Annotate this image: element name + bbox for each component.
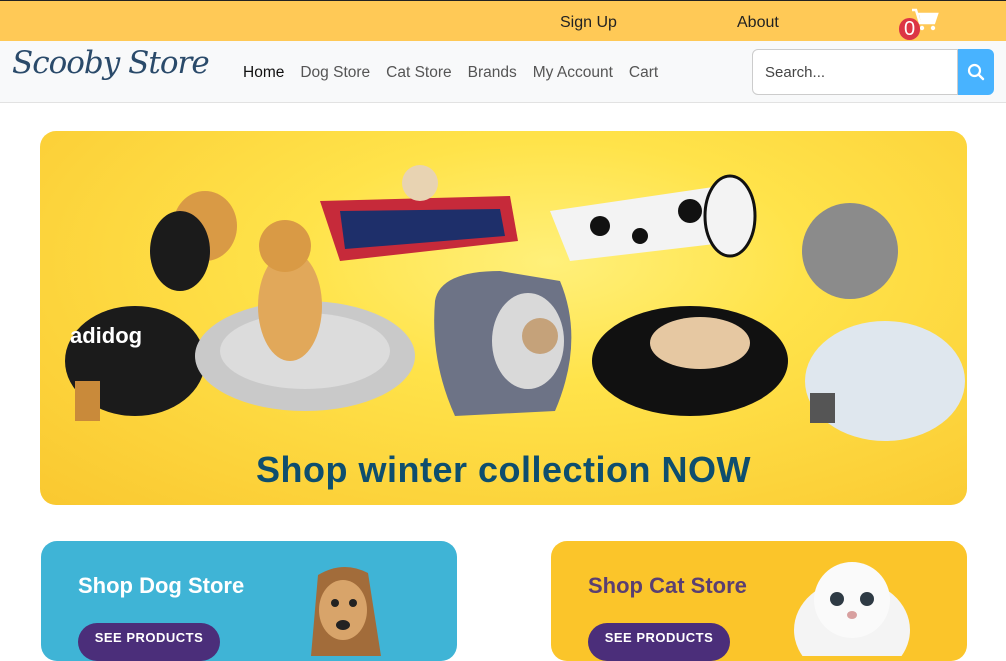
nav-dog-store[interactable]: Dog Store [300,64,370,82]
cart-count-badge: 0 [899,18,920,40]
nav-cat-store[interactable]: Cat Store [386,64,451,82]
brand-logo[interactable]: Scooby Store [12,45,210,81]
nav-brands[interactable]: Brands [468,64,517,82]
dogmoda-bed-image [320,165,518,261]
signup-link[interactable]: Sign Up [560,14,617,32]
dog-hoodie-image: adidog [65,191,237,421]
cow-blanket-image [550,174,757,261]
about-link[interactable]: About [737,14,779,32]
cat-see-products-button[interactable]: SEE PRODUCTS [588,623,730,661]
navbar: Scooby Store Home Dog Store Cat Store Br… [0,41,1006,103]
nav-cart[interactable]: Cart [629,64,658,82]
nav-my-account[interactable]: My Account [533,64,613,82]
svg-text:adidog: adidog [70,323,142,348]
cat-house-image [434,271,572,416]
dog-store-card[interactable]: Shop Dog Store SEE PRODUCTS [41,541,457,661]
search-input[interactable] [752,49,958,95]
persian-cat-image [794,562,910,656]
black-cat-bed-image [592,306,788,416]
nav-home[interactable]: Home [243,64,284,82]
dog-store-title: Shop Dog Store [78,573,245,598]
cat-shirt-image [802,203,965,441]
dog-see-products-button[interactable]: SEE PRODUCTS [78,623,220,661]
top-bar: Sign Up About 0 [0,0,1006,41]
cart-button[interactable]: 0 [899,6,943,40]
hero-banner[interactable]: adidog Shop winter collection NOW [40,131,967,505]
search-button[interactable] [958,49,994,95]
cat-store-card[interactable]: Shop Cat Store SEE PRODUCTS [551,541,967,661]
dog-portrait-image [311,566,381,656]
nav-menu: Home Dog Store Cat Store Brands My Accou… [243,64,674,82]
cat-store-title: Shop Cat Store [588,573,747,598]
search-icon [967,63,985,81]
hero-title: Shop winter collection NOW [255,449,751,490]
